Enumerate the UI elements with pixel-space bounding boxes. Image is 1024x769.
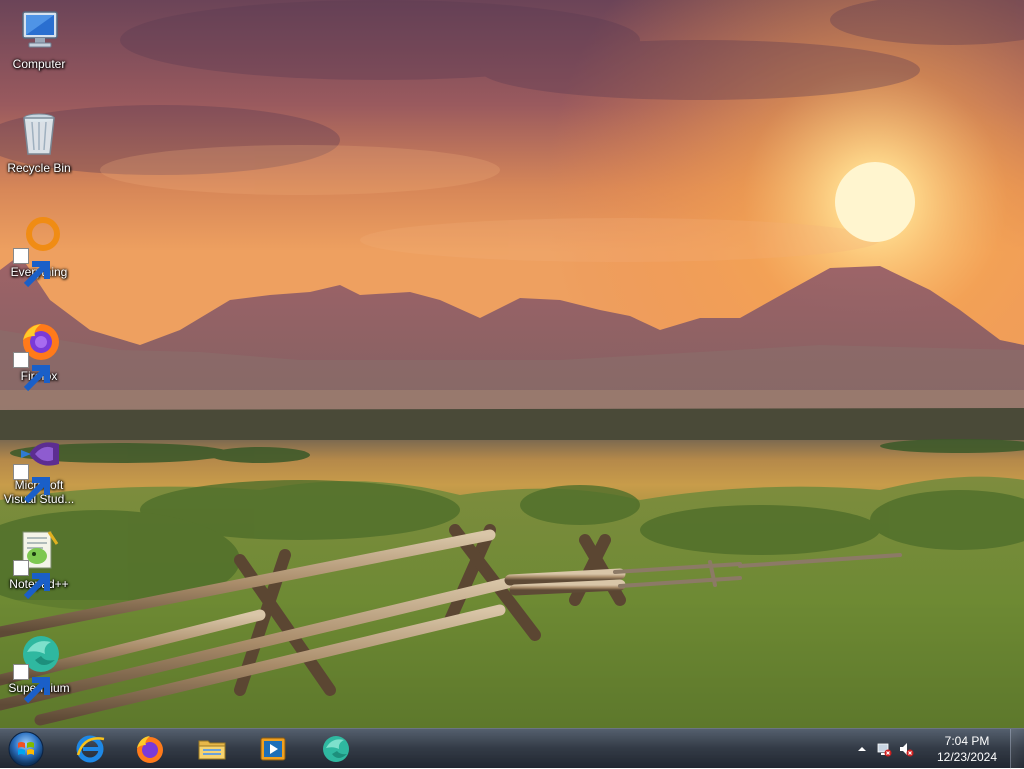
desktop-icon-computer[interactable]: Computer (2, 0, 76, 96)
file-explorer-icon (198, 740, 226, 760)
desktop-wallpaper[interactable] (0, 0, 1024, 728)
recycle-bin-icon (23, 113, 55, 155)
firefox-icon (137, 736, 163, 763)
clock-time: 7:04 PM (944, 734, 990, 748)
taskbar-clock[interactable]: 7:04 PM 12/23/2024 (930, 733, 1004, 765)
taskbar: 7:04 PM 12/23/2024 (0, 728, 1024, 769)
shortcut-arrow-icon (13, 248, 50, 288)
desktop-icon-label: Computer (12, 57, 66, 71)
taskbar-file-explorer[interactable] (184, 731, 240, 767)
start-button[interactable] (4, 730, 48, 768)
desktop-icon-recycle-bin[interactable]: Recycle Bin (2, 104, 76, 200)
network-icon (877, 743, 892, 757)
system-tray: 7:04 PM 12/23/2024 (854, 729, 1024, 769)
tray-overflow-button[interactable] (854, 741, 870, 757)
shortcut-arrow-icon (13, 352, 50, 392)
tray-network-button[interactable] (876, 741, 892, 757)
shortcut-arrow-icon (13, 464, 50, 504)
taskbar-supermium[interactable] (308, 731, 364, 767)
taskbar-internet-explorer[interactable] (62, 731, 118, 767)
clock-date: 12/23/2024 (936, 750, 998, 764)
taskbar-firefox[interactable] (122, 731, 178, 767)
wallpaper-image (0, 0, 1024, 728)
shortcut-arrow-icon (13, 560, 50, 600)
taskbar-media-player[interactable] (245, 731, 301, 767)
desktop-icon-visual-studio[interactable]: Microsoft Visual Stud... (2, 424, 76, 520)
tray-volume-button[interactable] (898, 741, 914, 757)
sun-shape (835, 162, 915, 242)
internet-explorer-icon (76, 735, 105, 763)
desktop-icon-firefox[interactable]: Firefox (2, 312, 76, 408)
media-player-icon (260, 737, 286, 761)
chevron-up-icon (858, 747, 866, 751)
desktop-icon-everything[interactable]: Everything (2, 208, 76, 304)
windows-start-orb-icon (8, 731, 44, 767)
desktop-icon-label: Recycle Bin (7, 161, 71, 175)
shortcut-arrow-icon (13, 664, 50, 704)
supermium-icon (323, 736, 349, 762)
desktop-icon-supermium[interactable]: Supermium (2, 624, 76, 720)
desktop-icon-notepadpp[interactable]: Notepad++ (2, 520, 76, 616)
computer-icon (22, 11, 58, 48)
show-desktop-button[interactable] (1010, 729, 1024, 769)
volume-muted-icon (900, 743, 914, 757)
